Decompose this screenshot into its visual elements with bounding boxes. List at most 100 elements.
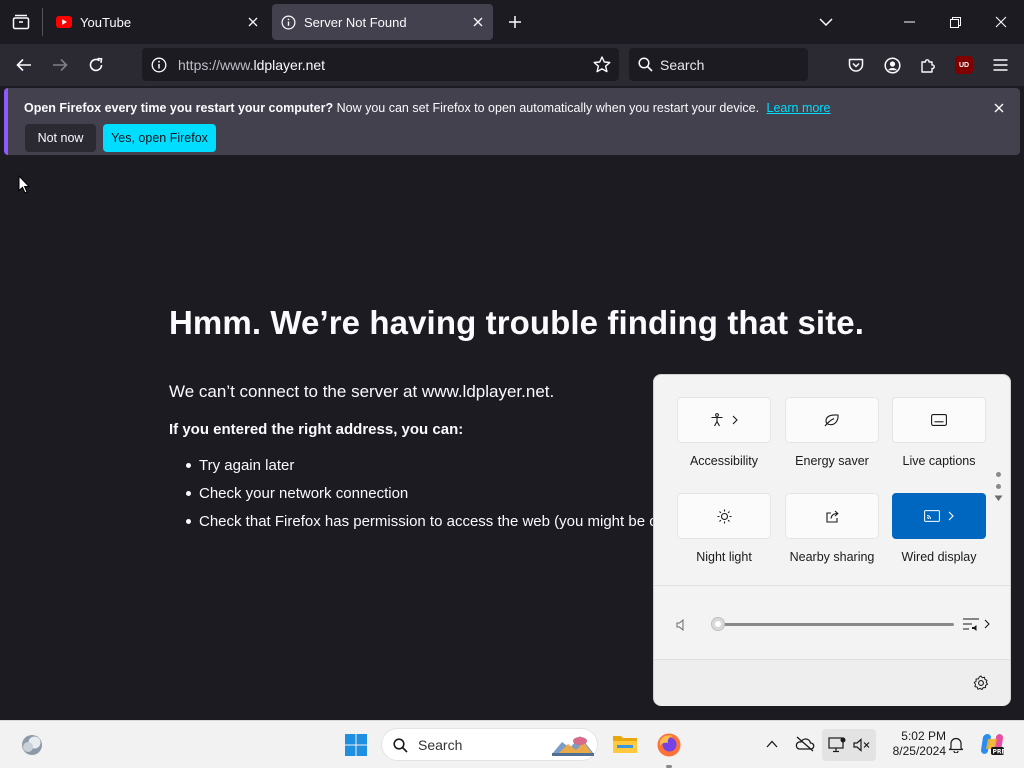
error-page-title: Hmm. We’re having trouble finding that s… (169, 304, 865, 341)
search-placeholder: Search (660, 57, 705, 73)
tab-server-not-found[interactable]: Server Not Found (272, 4, 493, 40)
close-notification-button[interactable] (991, 100, 1007, 116)
file-explorer-button[interactable] (612, 733, 638, 757)
wired-display-tile[interactable] (892, 493, 986, 539)
pocket-icon (848, 58, 864, 72)
svg-text:PRE: PRE (993, 749, 1006, 756)
tab-list-button[interactable] (8, 9, 34, 35)
info-icon[interactable] (151, 57, 167, 73)
addon-badge-text: UD (958, 61, 970, 69)
notification-bell-icon[interactable] (948, 736, 964, 753)
chevron-down-icon (994, 495, 1003, 501)
widgets-button[interactable] (20, 733, 44, 757)
clock-time: 5:02 PM (901, 729, 946, 743)
share-icon (825, 510, 839, 523)
chevron-down-icon (819, 18, 833, 26)
close-window-button[interactable] (986, 8, 1016, 36)
night-light-tile[interactable] (677, 493, 771, 539)
not-now-button[interactable]: Not now (25, 124, 96, 152)
firefox-icon (657, 733, 681, 757)
hamburger-menu-icon (993, 59, 1007, 71)
app-menu-button[interactable] (984, 49, 1016, 81)
suggestion-list: Try again later Check your network conne… (169, 456, 655, 540)
info-icon (281, 15, 296, 29)
tab-strip: YouTube Server Not Found (0, 0, 1024, 44)
weather-icon (22, 735, 42, 755)
close-tab-button[interactable] (469, 13, 487, 31)
network-display-icon (828, 737, 846, 753)
extensions-button[interactable] (912, 49, 944, 81)
puzzle-icon (921, 59, 935, 73)
url-bar[interactable]: https://www.ldplayer.net (142, 48, 619, 81)
firefox-taskbar-button[interactable] (656, 732, 682, 768)
speaker-mute-icon[interactable] (676, 619, 687, 631)
page-indicator[interactable] (994, 470, 1003, 506)
pocket-button[interactable] (840, 49, 872, 81)
start-button[interactable] (344, 733, 368, 757)
search-bar[interactable]: Search (629, 48, 808, 81)
page-dot (996, 484, 1001, 489)
url-text[interactable]: https://www.ldplayer.net (178, 57, 325, 73)
folder-icon (613, 736, 637, 753)
ublock-icon: UD (955, 56, 973, 74)
bookmark-star-icon[interactable] (593, 56, 611, 73)
forward-button[interactable] (44, 49, 76, 81)
cast-icon (924, 510, 940, 522)
show-hidden-icons-chevron-icon[interactable] (766, 740, 778, 748)
volume-slider-thumb[interactable] (711, 617, 725, 631)
nearby-sharing-tile[interactable] (785, 493, 879, 539)
system-clock[interactable]: 5:02 PM 8/25/2024 (880, 729, 946, 759)
error-page-subtitle: We can’t connect to the server at www.ld… (169, 382, 555, 401)
energy-saver-tile[interactable] (785, 397, 879, 443)
onedrive-offline-icon[interactable] (795, 736, 815, 752)
notification-bold-text: Open Firefox every time you restart your… (24, 101, 334, 115)
list-item: Check your network connection (169, 484, 655, 512)
forward-arrow-icon (53, 58, 68, 72)
search-highlight-icon (552, 736, 594, 756)
reload-icon (89, 57, 103, 72)
mouse-cursor-icon (18, 175, 30, 194)
live-captions-tile[interactable] (892, 397, 986, 443)
list-all-tabs-button[interactable] (814, 10, 838, 34)
chevron-right-icon (948, 511, 954, 521)
sound-output-button[interactable] (960, 615, 992, 633)
windows-logo-icon (345, 734, 367, 756)
navigation-toolbar: https://www.ldplayer.net Search UD (0, 44, 1024, 86)
divider (654, 585, 1010, 586)
leaf-icon (824, 414, 839, 427)
minimize-icon (903, 21, 915, 23)
tab-youtube[interactable]: YouTube (46, 4, 268, 40)
quick-settings-button[interactable] (822, 729, 876, 761)
notification-text: Now you can set Firefox to open automati… (336, 101, 760, 115)
plus-icon (509, 16, 521, 28)
account-button[interactable] (876, 49, 908, 81)
back-button[interactable] (8, 49, 40, 81)
close-icon (994, 103, 1004, 113)
copilot-button[interactable]: PRE (979, 731, 1005, 757)
taskbar-search-box[interactable]: Search (381, 728, 598, 761)
taskbar-search-placeholder: Search (418, 737, 463, 753)
minimize-button[interactable] (894, 8, 924, 36)
tile-label: Accessibility (689, 454, 759, 468)
tile-label: Energy saver (795, 454, 869, 468)
quick-settings-footer (654, 659, 1010, 706)
close-tab-button[interactable] (244, 13, 262, 31)
settings-gear-icon[interactable] (973, 675, 989, 691)
list-item: Try again later (169, 456, 655, 484)
tile-label: Live captions (902, 454, 976, 468)
ublock-extension-button[interactable]: UD (948, 49, 980, 81)
new-tab-button[interactable] (503, 10, 527, 34)
back-arrow-icon (16, 58, 31, 72)
chevron-right-icon (732, 415, 738, 425)
accessibility-tile[interactable] (677, 397, 771, 443)
tab-label: Server Not Found (304, 14, 407, 30)
error-page-lead: If you entered the right address, you ca… (169, 421, 464, 438)
restore-button[interactable] (940, 8, 970, 36)
search-icon (638, 57, 653, 72)
learn-more-link[interactable]: Learn more (767, 101, 831, 115)
volume-slider-track[interactable] (718, 623, 954, 626)
chevron-right-icon (984, 619, 990, 629)
reload-button[interactable] (80, 49, 112, 81)
yes-open-firefox-button[interactable]: Yes, open Firefox (103, 124, 216, 152)
quick-settings-panel: Accessibility Energy saver Live captions… (653, 374, 1011, 706)
